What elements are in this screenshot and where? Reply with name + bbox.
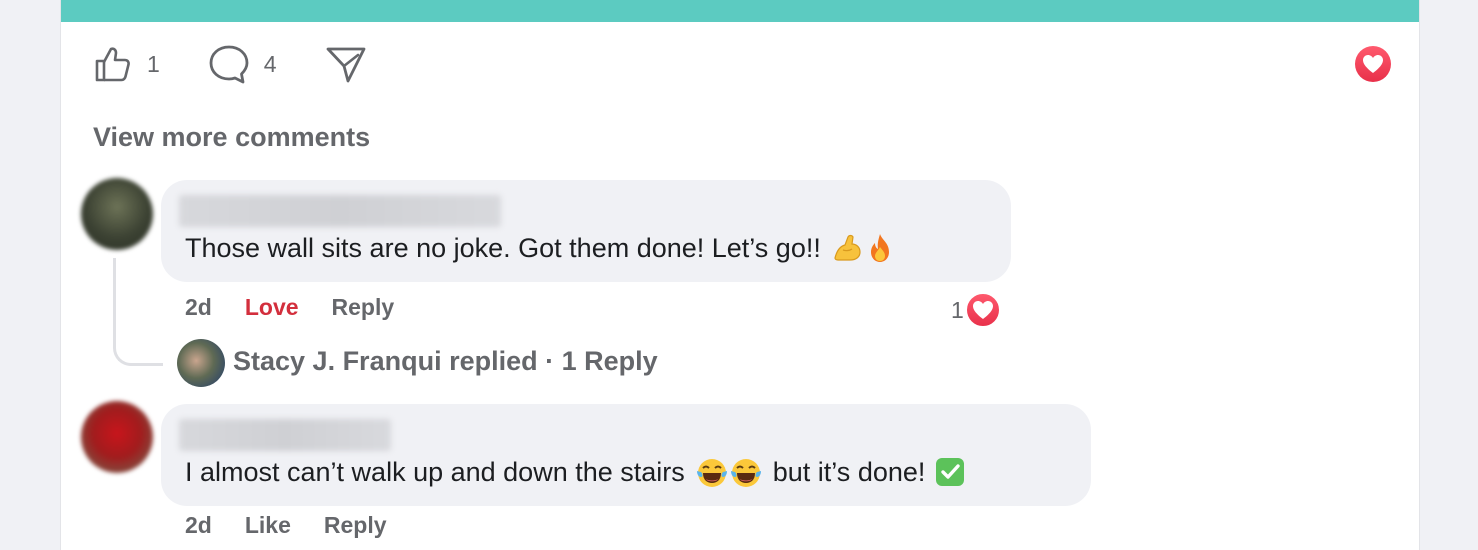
- view-replies-link[interactable]: Stacy J. Franqui replied · 1 Reply: [233, 346, 658, 377]
- share-button[interactable]: [325, 43, 367, 85]
- fire-emoji: [865, 232, 895, 264]
- reply-button[interactable]: Reply: [324, 512, 387, 539]
- post-actions: 1 4: [93, 40, 367, 88]
- thumbs-up-icon: [95, 47, 130, 82]
- comment-body: Those wall sits are no joke. Got them do…: [185, 232, 821, 263]
- love-reaction-icon[interactable]: [1355, 46, 1391, 82]
- comment-meta: 2d Like Reply: [185, 512, 420, 539]
- comment-body-end: but it’s done!: [772, 456, 926, 487]
- comment-bubble: Those wall sits are no joke. Got them do…: [161, 180, 1011, 282]
- reply-thread-line: [113, 258, 163, 366]
- commenter-name-redacted[interactable]: [179, 419, 391, 451]
- reply-button[interactable]: Reply: [332, 294, 395, 321]
- comment-body-start: I almost can’t walk up and down the stai…: [185, 456, 685, 487]
- comment-count: 4: [263, 50, 277, 77]
- comment-timestamp[interactable]: 2d: [185, 512, 212, 539]
- view-more-comments-link[interactable]: View more comments: [93, 122, 370, 153]
- commenter-avatar[interactable]: [81, 178, 153, 250]
- flexed-biceps-emoji: [831, 232, 863, 264]
- comment-bubble: I almost can’t walk up and down the stai…: [161, 404, 1091, 506]
- love-reaction-icon: [964, 292, 1001, 328]
- like-comment-button[interactable]: Like: [245, 512, 291, 539]
- replier-avatar[interactable]: [177, 339, 225, 387]
- post-card: 1 4 View more comments Those wall sits a…: [60, 0, 1420, 550]
- comment-bubble-icon: [209, 45, 249, 84]
- laughing-tears-emoji: [729, 456, 763, 488]
- reaction-button[interactable]: Love: [245, 294, 299, 321]
- comment-timestamp[interactable]: 2d: [185, 294, 212, 321]
- commenter-name-redacted[interactable]: [179, 195, 501, 227]
- comment-text: I almost can’t walk up and down the stai…: [185, 456, 965, 488]
- comment-text: Those wall sits are no joke. Got them do…: [185, 232, 895, 264]
- comment-meta: 2d Love Reply: [185, 294, 427, 321]
- send-icon: [326, 47, 365, 83]
- like-count: 1: [147, 50, 160, 77]
- commenter-avatar[interactable]: [81, 401, 153, 473]
- comment-reaction-summary[interactable]: 1: [951, 292, 1001, 328]
- check-mark-button-emoji: [935, 457, 965, 487]
- comment-reaction-count: 1: [951, 296, 964, 323]
- like-button[interactable]: 1: [93, 44, 160, 84]
- post-header-bar: [61, 0, 1419, 22]
- comment-button[interactable]: 4: [208, 43, 277, 85]
- laughing-tears-emoji: [695, 456, 729, 488]
